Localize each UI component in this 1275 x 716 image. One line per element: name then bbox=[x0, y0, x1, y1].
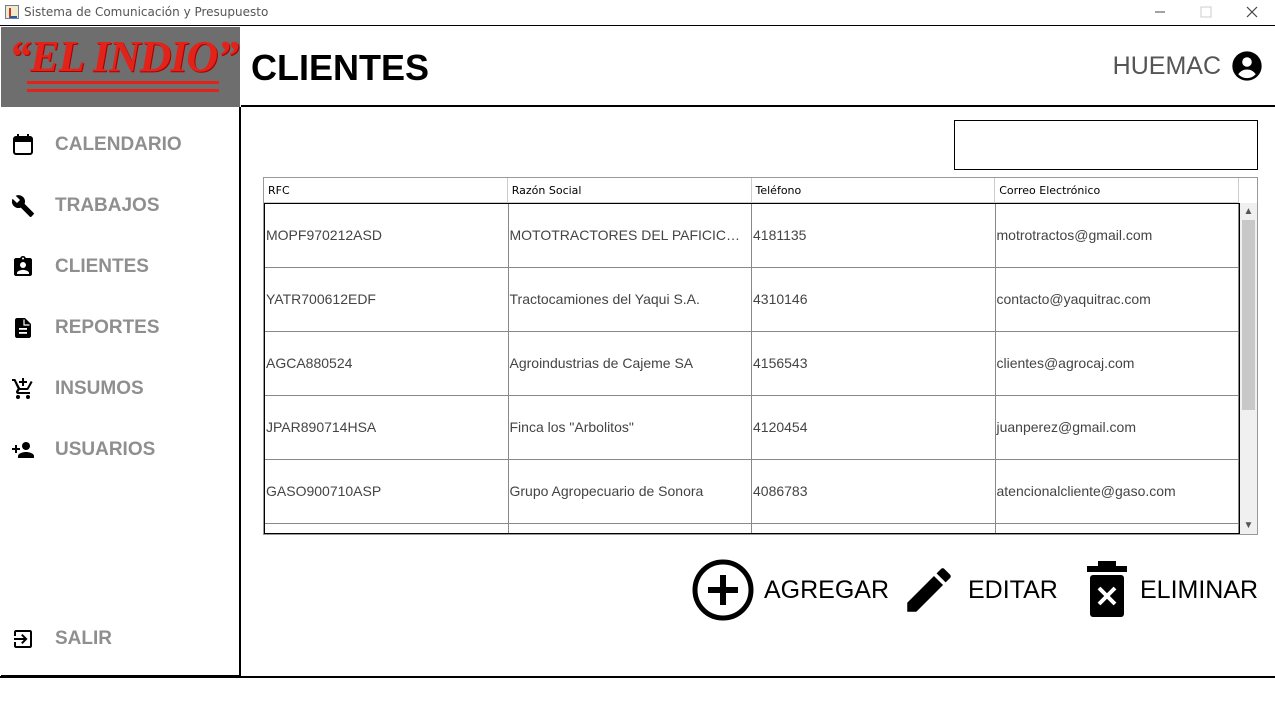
logo: “EL INDIO” bbox=[1, 27, 240, 107]
column-header-razon-social[interactable]: Razón Social bbox=[508, 178, 752, 203]
table-body: MOPF970212ASD MOTOTRACTORES DEL PAFICICO… bbox=[264, 203, 1240, 534]
sidebar-item-calendario[interactable]: CALENDARIO bbox=[1, 125, 239, 165]
add-circle-icon bbox=[692, 559, 754, 621]
close-icon bbox=[1246, 6, 1258, 18]
sidebar-item-label: SALIR bbox=[55, 628, 112, 649]
sidebar-item-reportes[interactable]: REPORTES bbox=[1, 308, 239, 348]
close-button[interactable] bbox=[1229, 0, 1275, 25]
cell-rfc[interactable]: GASO900710ASP bbox=[265, 460, 509, 523]
scroll-up-icon[interactable]: ▲ bbox=[1240, 203, 1257, 220]
clipboard-user-icon bbox=[14, 256, 32, 276]
delete-button[interactable]: ELIMINAR bbox=[1084, 558, 1258, 622]
logo-text: “EL INDIO” bbox=[9, 32, 239, 81]
table-row[interactable]: YATR700612EDF Tractocamiones del Yaqui S… bbox=[265, 268, 1239, 332]
maximize-button[interactable] bbox=[1183, 0, 1229, 25]
clients-table: RFC Razón Social Teléfono Correo Electró… bbox=[263, 177, 1258, 535]
minimize-button[interactable] bbox=[1137, 0, 1183, 25]
sidebar-item-salir[interactable]: SALIR bbox=[1, 619, 239, 659]
column-header-rfc[interactable]: RFC bbox=[264, 178, 508, 203]
cell-empty bbox=[509, 524, 752, 533]
page-title: CLIENTES bbox=[251, 47, 430, 88]
cell-correo[interactable]: motrotractos@gmail.com bbox=[996, 204, 1239, 267]
table-row[interactable]: GASO900710ASP Grupo Agropecuario de Sono… bbox=[265, 460, 1239, 524]
calendar-icon bbox=[13, 134, 33, 155]
table-header: RFC Razón Social Teléfono Correo Electró… bbox=[264, 178, 1239, 203]
table-row-partial[interactable] bbox=[265, 524, 1239, 533]
window-title: Sistema de Comunicación y Presupuesto bbox=[24, 5, 269, 19]
cell-telefono[interactable]: 4310146 bbox=[752, 268, 996, 331]
user-name: HUEMAC bbox=[1112, 51, 1221, 80]
cell-telefono[interactable]: 4086783 bbox=[752, 460, 996, 523]
cell-rfc[interactable]: MOPF970212ASD bbox=[265, 204, 509, 267]
status-bar bbox=[0, 676, 1275, 716]
scroll-thumb[interactable] bbox=[1242, 220, 1255, 410]
logo-underline-2 bbox=[27, 89, 219, 92]
trash-icon bbox=[1087, 561, 1127, 617]
sidebar-item-usuarios[interactable]: USUARIOS bbox=[1, 430, 239, 470]
table-row[interactable]: MOPF970212ASD MOTOTRACTORES DEL PAFICICO… bbox=[265, 204, 1239, 268]
cell-razon-social[interactable]: Finca los "Arbolitos" bbox=[509, 396, 752, 459]
cell-rfc[interactable]: YATR700612EDF bbox=[265, 268, 509, 331]
sidebar-item-label: INSUMOS bbox=[55, 378, 144, 399]
sidebar-item-clientes[interactable]: CLIENTES bbox=[1, 247, 239, 287]
java-app-icon bbox=[5, 5, 19, 19]
cell-razon-social[interactable]: Tractocamiones del Yaqui S.A. bbox=[509, 268, 752, 331]
add-user-icon bbox=[12, 442, 34, 458]
add-button[interactable]: AGREGAR bbox=[692, 558, 889, 622]
minimize-icon bbox=[1155, 11, 1165, 13]
cell-telefono[interactable]: 4156543 bbox=[752, 332, 996, 395]
sidebar: CALENDARIO TRABAJOS CLIENTES REPORTES IN… bbox=[1, 107, 241, 676]
vertical-scrollbar[interactable]: ▲ ▼ bbox=[1240, 203, 1257, 534]
sidebar-item-label: USUARIOS bbox=[55, 439, 156, 460]
wrench-icon bbox=[11, 195, 34, 217]
table-row[interactable]: AGCA880524 Agroindustrias de Cajeme SA 4… bbox=[265, 332, 1239, 396]
sidebar-item-trabajos[interactable]: TRABAJOS bbox=[1, 186, 239, 226]
cell-razon-social[interactable]: Grupo Agropecuario de Sonora bbox=[509, 460, 752, 523]
edit-button[interactable]: EDITAR bbox=[900, 558, 1058, 622]
table-row[interactable]: JPAR890714HSA Finca los "Arbolitos" 4120… bbox=[265, 396, 1239, 460]
cell-rfc[interactable]: JPAR890714HSA bbox=[265, 396, 509, 459]
cell-telefono[interactable]: 4181135 bbox=[752, 204, 996, 267]
page-header: CLIENTES HUEMAC bbox=[241, 27, 1275, 107]
user-menu[interactable]: HUEMAC bbox=[1113, 50, 1263, 82]
cell-empty bbox=[996, 524, 1239, 533]
add-button-label: AGREGAR bbox=[764, 575, 890, 604]
cell-telefono[interactable]: 4120454 bbox=[752, 396, 996, 459]
edit-button-label: EDITAR bbox=[968, 575, 1058, 604]
cart-add-icon bbox=[12, 378, 33, 399]
maximize-icon bbox=[1200, 6, 1212, 18]
sidebar-item-label: CALENDARIO bbox=[55, 134, 182, 155]
cell-correo[interactable]: contacto@yaquitrac.com bbox=[996, 268, 1239, 331]
exit-icon bbox=[14, 630, 32, 648]
title-bar: Sistema de Comunicación y Presupuesto bbox=[0, 0, 1275, 25]
cell-empty bbox=[265, 524, 509, 533]
sidebar-item-label: CLIENTES bbox=[55, 256, 149, 277]
delete-button-label: ELIMINAR bbox=[1140, 575, 1259, 604]
logo-underline bbox=[27, 81, 219, 84]
pencil-icon bbox=[907, 568, 951, 612]
search-input[interactable] bbox=[954, 120, 1258, 170]
sidebar-item-insumos[interactable]: INSUMOS bbox=[1, 369, 239, 409]
column-header-telefono[interactable]: Teléfono bbox=[752, 178, 996, 203]
document-icon bbox=[15, 318, 31, 338]
column-header-correo[interactable]: Correo Electrónico bbox=[995, 178, 1239, 203]
account-circle-icon bbox=[1232, 51, 1262, 81]
cell-empty bbox=[752, 524, 996, 533]
sidebar-item-label: REPORTES bbox=[55, 317, 160, 338]
scroll-down-icon[interactable]: ▼ bbox=[1240, 517, 1257, 534]
cell-correo[interactable]: clientes@agrocaj.com bbox=[996, 332, 1239, 395]
app-frame: “EL INDIO” CLIENTES HUEMAC CALENDARIO TR… bbox=[0, 25, 1275, 716]
sidebar-item-label: TRABAJOS bbox=[55, 195, 160, 216]
cell-correo[interactable]: atencionalcliente@gaso.com bbox=[996, 460, 1239, 523]
cell-correo[interactable]: juanperez@gmail.com bbox=[996, 396, 1239, 459]
cell-rfc[interactable]: AGCA880524 bbox=[265, 332, 509, 395]
cell-razon-social[interactable]: Agroindustrias de Cajeme SA bbox=[509, 332, 752, 395]
cell-razon-social[interactable]: MOTOTRACTORES DEL PAFICICO S.A. bbox=[509, 204, 752, 267]
